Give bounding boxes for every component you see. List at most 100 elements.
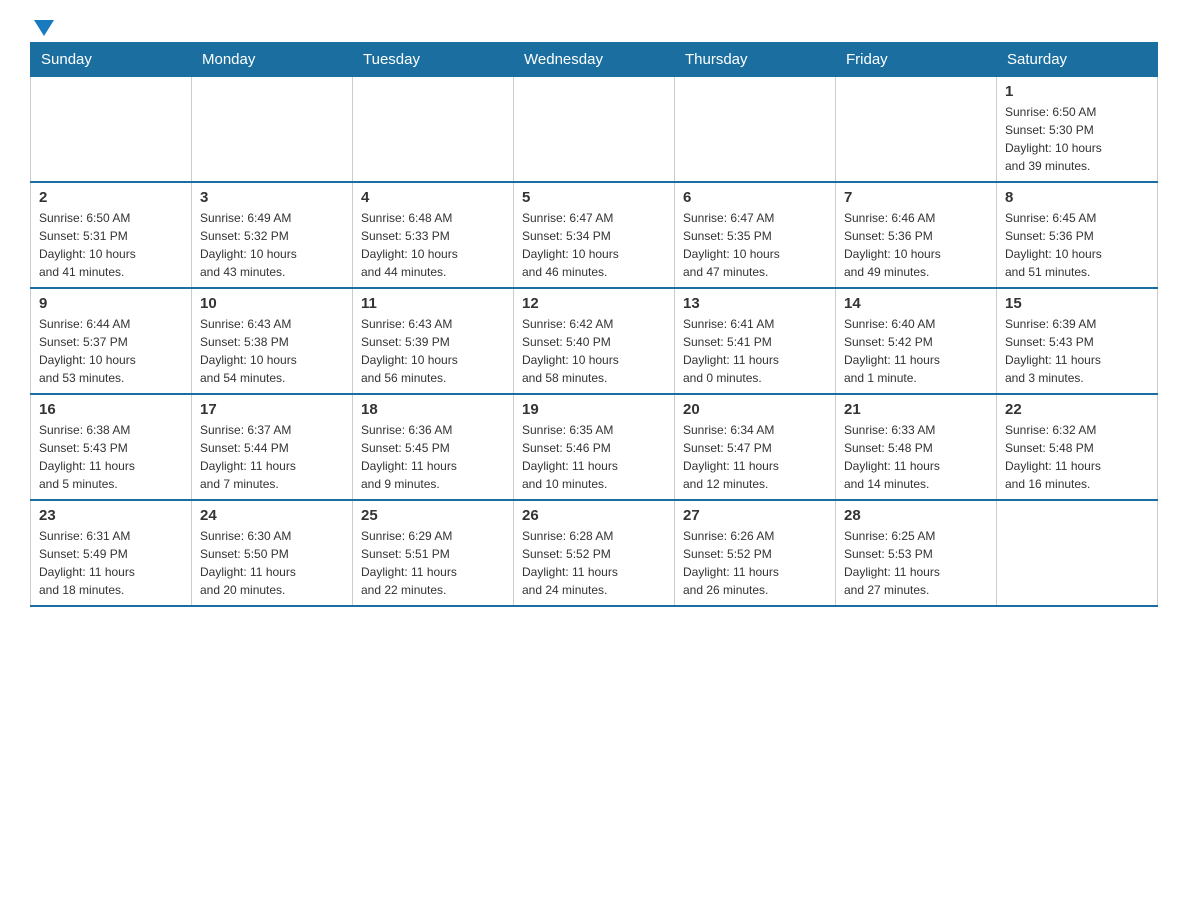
day-info: Sunrise: 6:50 AM Sunset: 5:30 PM Dayligh… xyxy=(1005,103,1149,175)
calendar-day-cell xyxy=(353,77,514,183)
day-info: Sunrise: 6:39 AM Sunset: 5:43 PM Dayligh… xyxy=(1005,315,1149,387)
logo xyxy=(30,20,54,32)
day-number: 1 xyxy=(1005,83,1149,100)
calendar-day-cell: 2 Sunrise: 6:50 AM Sunset: 5:31 PM Daylig… xyxy=(31,182,192,288)
day-info: Sunrise: 6:35 AM Sunset: 5:46 PM Dayligh… xyxy=(522,421,666,493)
day-number: 4 xyxy=(361,189,505,206)
day-info: Sunrise: 6:37 AM Sunset: 5:44 PM Dayligh… xyxy=(200,421,344,493)
day-number: 26 xyxy=(522,507,666,524)
calendar-day-cell: 6 Sunrise: 6:47 AM Sunset: 5:35 PM Daylig… xyxy=(675,182,836,288)
calendar-day-cell: 24Sunrise: 6:30 AM Sunset: 5:50 PM Dayli… xyxy=(192,500,353,606)
day-number: 18 xyxy=(361,401,505,418)
calendar-day-cell: 22 Sunrise: 6:32 AM Sunset: 5:48 PM Dayli… xyxy=(997,394,1158,500)
day-number: 25 xyxy=(361,507,505,524)
calendar-day-cell: 12Sunrise: 6:42 AM Sunset: 5:40 PM Dayli… xyxy=(514,288,675,394)
day-number: 19 xyxy=(522,401,666,418)
day-number: 9 xyxy=(39,295,183,312)
calendar-table: SundayMondayTuesdayWednesdayThursdayFrid… xyxy=(30,42,1158,607)
day-info: Sunrise: 6:47 AM Sunset: 5:34 PM Dayligh… xyxy=(522,209,666,281)
logo-triangle-icon xyxy=(34,20,54,36)
day-info: Sunrise: 6:41 AM Sunset: 5:41 PM Dayligh… xyxy=(683,315,827,387)
calendar-week-row: 1 Sunrise: 6:50 AM Sunset: 5:30 PM Daylig… xyxy=(31,77,1158,183)
calendar-day-cell: 19 Sunrise: 6:35 AM Sunset: 5:46 PM Dayli… xyxy=(514,394,675,500)
day-info: Sunrise: 6:36 AM Sunset: 5:45 PM Dayligh… xyxy=(361,421,505,493)
calendar-day-cell: 27Sunrise: 6:26 AM Sunset: 5:52 PM Dayli… xyxy=(675,500,836,606)
day-number: 14 xyxy=(844,295,988,312)
calendar-day-cell: 4 Sunrise: 6:48 AM Sunset: 5:33 PM Daylig… xyxy=(353,182,514,288)
day-number: 6 xyxy=(683,189,827,206)
calendar-day-cell: 28 Sunrise: 6:25 AM Sunset: 5:53 PM Dayli… xyxy=(836,500,997,606)
calendar-day-cell: 23Sunrise: 6:31 AM Sunset: 5:49 PM Dayli… xyxy=(31,500,192,606)
day-of-week-header: Thursday xyxy=(675,43,836,77)
day-number: 17 xyxy=(200,401,344,418)
day-info: Sunrise: 6:29 AM Sunset: 5:51 PM Dayligh… xyxy=(361,527,505,599)
day-number: 23 xyxy=(39,507,183,524)
calendar-day-cell: 21 Sunrise: 6:33 AM Sunset: 5:48 PM Dayli… xyxy=(836,394,997,500)
day-info: Sunrise: 6:33 AM Sunset: 5:48 PM Dayligh… xyxy=(844,421,988,493)
calendar-day-cell xyxy=(675,77,836,183)
calendar-week-row: 9 Sunrise: 6:44 AM Sunset: 5:37 PM Daylig… xyxy=(31,288,1158,394)
page-header xyxy=(30,20,1158,32)
day-number: 11 xyxy=(361,295,505,312)
calendar-day-cell: 5 Sunrise: 6:47 AM Sunset: 5:34 PM Daylig… xyxy=(514,182,675,288)
day-of-week-header: Tuesday xyxy=(353,43,514,77)
day-info: Sunrise: 6:50 AM Sunset: 5:31 PM Dayligh… xyxy=(39,209,183,281)
day-of-week-header: Wednesday xyxy=(514,43,675,77)
day-info: Sunrise: 6:28 AM Sunset: 5:52 PM Dayligh… xyxy=(522,527,666,599)
calendar-day-cell: 15 Sunrise: 6:39 AM Sunset: 5:43 PM Dayli… xyxy=(997,288,1158,394)
day-info: Sunrise: 6:43 AM Sunset: 5:39 PM Dayligh… xyxy=(361,315,505,387)
calendar-day-cell: 17 Sunrise: 6:37 AM Sunset: 5:44 PM Dayli… xyxy=(192,394,353,500)
calendar-day-cell: 16Sunrise: 6:38 AM Sunset: 5:43 PM Dayli… xyxy=(31,394,192,500)
day-info: Sunrise: 6:45 AM Sunset: 5:36 PM Dayligh… xyxy=(1005,209,1149,281)
calendar-week-row: 23Sunrise: 6:31 AM Sunset: 5:49 PM Dayli… xyxy=(31,500,1158,606)
calendar-day-cell: 26 Sunrise: 6:28 AM Sunset: 5:52 PM Dayli… xyxy=(514,500,675,606)
logo-general xyxy=(30,20,54,36)
day-number: 28 xyxy=(844,507,988,524)
day-of-week-header: Sunday xyxy=(31,43,192,77)
calendar-day-cell: 18 Sunrise: 6:36 AM Sunset: 5:45 PM Dayli… xyxy=(353,394,514,500)
calendar-day-cell: 11 Sunrise: 6:43 AM Sunset: 5:39 PM Dayli… xyxy=(353,288,514,394)
day-number: 5 xyxy=(522,189,666,206)
calendar-day-cell xyxy=(192,77,353,183)
day-info: Sunrise: 6:47 AM Sunset: 5:35 PM Dayligh… xyxy=(683,209,827,281)
day-info: Sunrise: 6:34 AM Sunset: 5:47 PM Dayligh… xyxy=(683,421,827,493)
day-info: Sunrise: 6:46 AM Sunset: 5:36 PM Dayligh… xyxy=(844,209,988,281)
day-number: 24 xyxy=(200,507,344,524)
day-of-week-header: Friday xyxy=(836,43,997,77)
calendar-day-cell xyxy=(514,77,675,183)
calendar-day-cell: 20 Sunrise: 6:34 AM Sunset: 5:47 PM Dayli… xyxy=(675,394,836,500)
day-info: Sunrise: 6:40 AM Sunset: 5:42 PM Dayligh… xyxy=(844,315,988,387)
calendar-day-cell: 10Sunrise: 6:43 AM Sunset: 5:38 PM Dayli… xyxy=(192,288,353,394)
day-number: 16 xyxy=(39,401,183,418)
day-number: 10 xyxy=(200,295,344,312)
calendar-day-cell: 9 Sunrise: 6:44 AM Sunset: 5:37 PM Daylig… xyxy=(31,288,192,394)
day-info: Sunrise: 6:25 AM Sunset: 5:53 PM Dayligh… xyxy=(844,527,988,599)
day-number: 12 xyxy=(522,295,666,312)
day-info: Sunrise: 6:49 AM Sunset: 5:32 PM Dayligh… xyxy=(200,209,344,281)
day-number: 7 xyxy=(844,189,988,206)
day-number: 22 xyxy=(1005,401,1149,418)
day-number: 15 xyxy=(1005,295,1149,312)
day-of-week-header: Saturday xyxy=(997,43,1158,77)
calendar-day-cell xyxy=(31,77,192,183)
calendar-day-cell: 14 Sunrise: 6:40 AM Sunset: 5:42 PM Dayli… xyxy=(836,288,997,394)
day-number: 21 xyxy=(844,401,988,418)
calendar-week-row: 2 Sunrise: 6:50 AM Sunset: 5:31 PM Daylig… xyxy=(31,182,1158,288)
day-info: Sunrise: 6:44 AM Sunset: 5:37 PM Dayligh… xyxy=(39,315,183,387)
day-number: 20 xyxy=(683,401,827,418)
day-number: 3 xyxy=(200,189,344,206)
day-number: 8 xyxy=(1005,189,1149,206)
day-info: Sunrise: 6:32 AM Sunset: 5:48 PM Dayligh… xyxy=(1005,421,1149,493)
calendar-week-row: 16Sunrise: 6:38 AM Sunset: 5:43 PM Dayli… xyxy=(31,394,1158,500)
calendar-day-cell: 25 Sunrise: 6:29 AM Sunset: 5:51 PM Dayli… xyxy=(353,500,514,606)
day-number: 13 xyxy=(683,295,827,312)
calendar-header-row: SundayMondayTuesdayWednesdayThursdayFrid… xyxy=(31,43,1158,77)
calendar-day-cell xyxy=(997,500,1158,606)
calendar-day-cell: 1 Sunrise: 6:50 AM Sunset: 5:30 PM Daylig… xyxy=(997,77,1158,183)
day-info: Sunrise: 6:48 AM Sunset: 5:33 PM Dayligh… xyxy=(361,209,505,281)
day-number: 27 xyxy=(683,507,827,524)
calendar-day-cell: 13 Sunrise: 6:41 AM Sunset: 5:41 PM Dayli… xyxy=(675,288,836,394)
calendar-day-cell: 8 Sunrise: 6:45 AM Sunset: 5:36 PM Daylig… xyxy=(997,182,1158,288)
day-number: 2 xyxy=(39,189,183,206)
calendar-day-cell xyxy=(836,77,997,183)
